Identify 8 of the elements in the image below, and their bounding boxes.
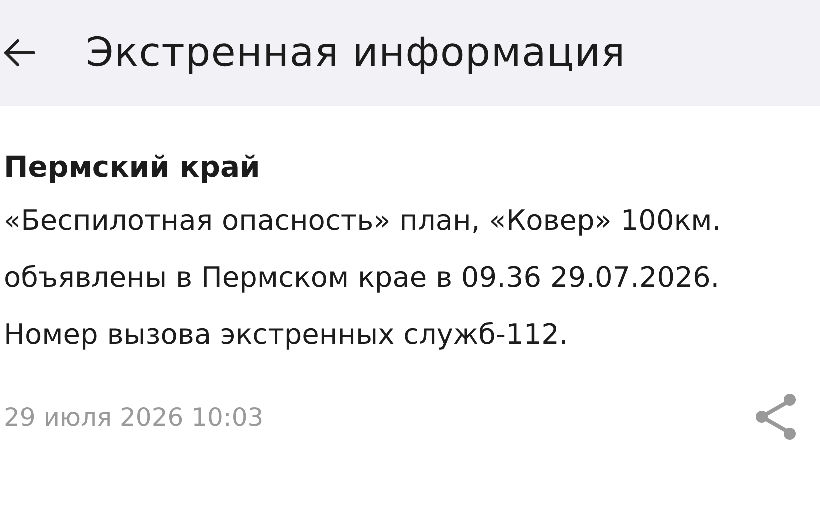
back-button[interactable] — [2, 38, 36, 68]
alert-message: «Беспилотная опасность» план, «Ковер» 100км. объявлены в Пермском крае в 09.36 29.07.2026. Номер вызова экстренных служб-112. — [4, 203, 722, 353]
screen-title: Экстренная информация — [86, 30, 626, 76]
share-icon — [754, 393, 798, 441]
back-arrow-icon — [2, 38, 36, 68]
timestamp: 29 июля 2026 10:03 — [4, 402, 264, 432]
region-heading: Пермский край — [4, 150, 262, 184]
share-button[interactable] — [754, 393, 798, 441]
